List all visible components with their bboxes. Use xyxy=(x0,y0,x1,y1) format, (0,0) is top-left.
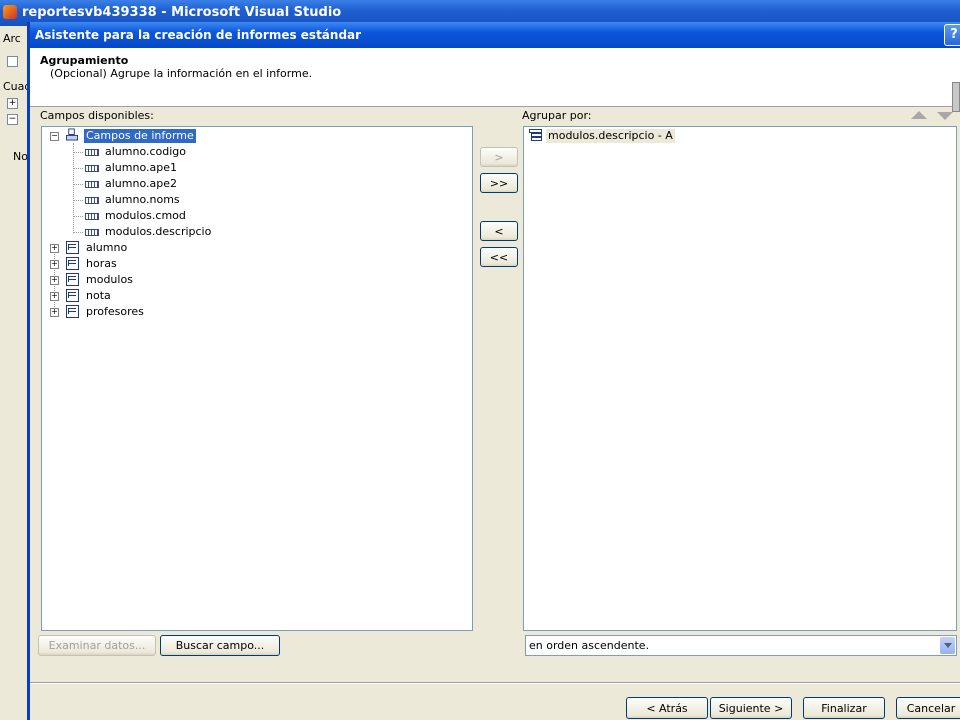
tree-item-label: modulos.descripcio xyxy=(105,225,212,238)
group-icon xyxy=(529,129,542,141)
browse-data-button[interactable]: Examinar datos... xyxy=(38,635,156,656)
table-icon xyxy=(66,273,79,286)
find-field-button[interactable]: Buscar campo... xyxy=(160,635,280,656)
tree-field-item[interactable]: modulos.cmod xyxy=(42,208,472,224)
tree-item-label: Campos de informe xyxy=(84,129,196,143)
tree-field-item[interactable]: alumno.noms xyxy=(42,192,472,208)
tree-item-label: alumno.ape1 xyxy=(105,161,177,174)
table-icon xyxy=(66,305,79,318)
tree-field-item[interactable]: modulos.descripcio xyxy=(42,224,472,240)
tree-item-label: alumno xyxy=(86,241,128,254)
tree-table-item[interactable]: + horas xyxy=(42,256,472,272)
table-icon xyxy=(66,257,79,270)
tree-item-label: alumno.ape2 xyxy=(105,177,177,190)
field-icon xyxy=(85,165,99,172)
collapse-icon[interactable]: − xyxy=(7,114,18,125)
expand-icon[interactable]: + xyxy=(50,260,59,269)
tree-item-label: horas xyxy=(86,257,117,270)
report-fields-icon xyxy=(66,128,78,141)
tree-field-item[interactable]: alumno.ape2 xyxy=(42,176,472,192)
wizard-header: Agrupamiento (Opcional) Agrupe la inform… xyxy=(30,48,960,112)
footer-divider xyxy=(30,682,960,684)
add-all-fields-button[interactable]: >> xyxy=(480,173,518,193)
expand-icon[interactable]: + xyxy=(50,244,59,253)
move-up-icon[interactable] xyxy=(911,111,927,119)
sort-order-value: en orden ascendente. xyxy=(529,639,650,652)
expand-icon[interactable]: + xyxy=(50,308,59,317)
remove-all-fields-button[interactable]: << xyxy=(480,247,518,267)
cancel-button[interactable]: Cancelar xyxy=(896,697,960,719)
new-file-icon[interactable] xyxy=(7,56,18,67)
group-by-list[interactable]: modulos.descripcio - A xyxy=(523,126,957,631)
tree-item-label: profesores xyxy=(86,305,144,318)
remove-field-button[interactable]: < xyxy=(480,221,518,241)
table-icon xyxy=(66,289,79,302)
tree-table-item[interactable]: + profesores xyxy=(42,304,472,320)
expand-icon[interactable]: + xyxy=(50,292,59,301)
vs-menu-item[interactable]: Arc xyxy=(3,32,21,45)
finish-button[interactable]: Finalizar xyxy=(803,697,885,719)
visual-studio-icon xyxy=(3,5,17,19)
group-item-label: modulos.descripcio - A xyxy=(546,129,675,143)
group-item[interactable]: modulos.descripcio - A xyxy=(524,128,954,144)
vs-window-title: reportesvb439338 - Microsoft Visual Stud… xyxy=(22,5,342,20)
tree-item-label: nota xyxy=(86,289,111,302)
tree-root-report-fields[interactable]: − Campos de informe xyxy=(42,128,472,144)
chevron-down-icon[interactable] xyxy=(940,637,955,654)
vs-panel-text: No xyxy=(13,150,28,163)
dialog-title: Asistente para la creación de informes e… xyxy=(35,28,362,42)
move-down-icon[interactable] xyxy=(937,112,953,120)
sort-order-select[interactable]: en orden ascendente. xyxy=(525,635,957,656)
next-button[interactable]: Siguiente > xyxy=(710,697,792,719)
tree-item-label: modulos.cmod xyxy=(105,209,186,222)
table-icon xyxy=(66,241,79,254)
tree-field-item[interactable]: alumno.codigo xyxy=(42,144,472,160)
tree-item-label: alumno.noms xyxy=(105,193,180,206)
expand-icon[interactable]: + xyxy=(50,276,59,285)
field-icon xyxy=(85,197,99,204)
help-button[interactable]: ? xyxy=(944,24,960,46)
available-fields-tree[interactable]: − Campos de informe alumno.codigo alumno… xyxy=(41,126,473,631)
header-scroll-handle xyxy=(952,82,960,112)
dialog-title-bar: Asistente para la creación de informes e… xyxy=(30,22,960,48)
field-icon xyxy=(85,229,99,236)
tree-table-item[interactable]: + modulos xyxy=(42,272,472,288)
group-by-label: Agrupar por: xyxy=(522,109,592,122)
tree-item-label: modulos xyxy=(86,273,133,286)
add-field-button[interactable]: > xyxy=(480,147,518,167)
step-description: (Opcional) Agrupe la información en el i… xyxy=(50,67,313,80)
tree-table-item[interactable]: + nota xyxy=(42,288,472,304)
tree-field-item[interactable]: alumno.ape1 xyxy=(42,160,472,176)
expand-icon[interactable]: + xyxy=(7,98,18,109)
step-title: Agrupamiento xyxy=(40,54,129,67)
field-icon xyxy=(85,181,99,188)
back-button[interactable]: < Atrás xyxy=(626,697,708,719)
available-fields-label: Campos disponibles: xyxy=(40,109,154,122)
field-icon xyxy=(85,149,99,156)
report-wizard-dialog: Asistente para la creación de informes e… xyxy=(27,22,960,720)
vs-background-panel: Arc Cuad + − No xyxy=(0,26,31,720)
field-icon xyxy=(85,213,99,220)
collapse-icon[interactable]: − xyxy=(50,132,59,141)
tree-table-item[interactable]: + alumno xyxy=(42,240,472,256)
tree-item-label: alumno.codigo xyxy=(105,145,187,158)
